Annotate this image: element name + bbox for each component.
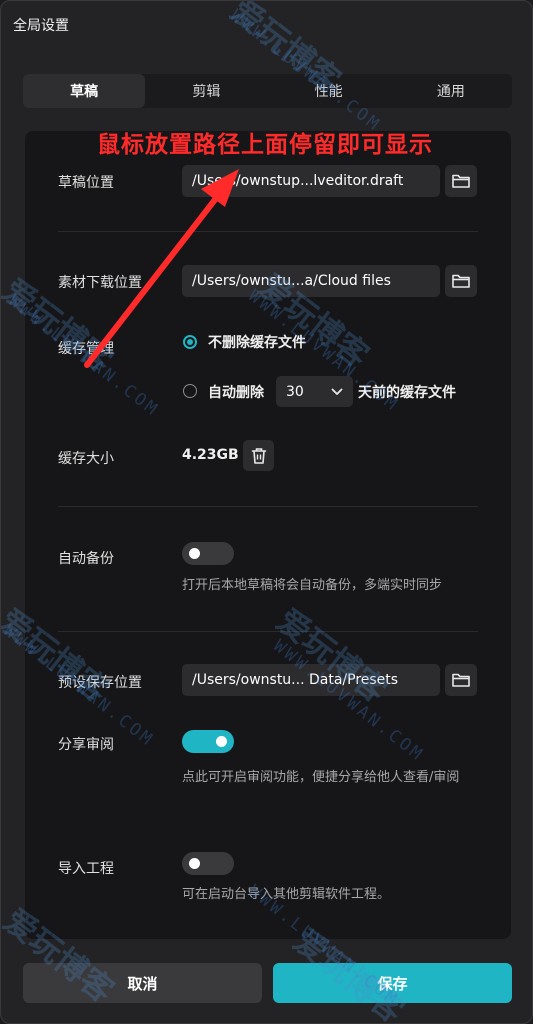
annotation-text: 鼠标放置路径上面停留即可显示 [97,132,433,158]
settings-window: 全局设置 草稿 剪辑 性能 通用 鼠标放置路径上面停留即可显示 草稿位置 /Us… [0,0,533,1024]
